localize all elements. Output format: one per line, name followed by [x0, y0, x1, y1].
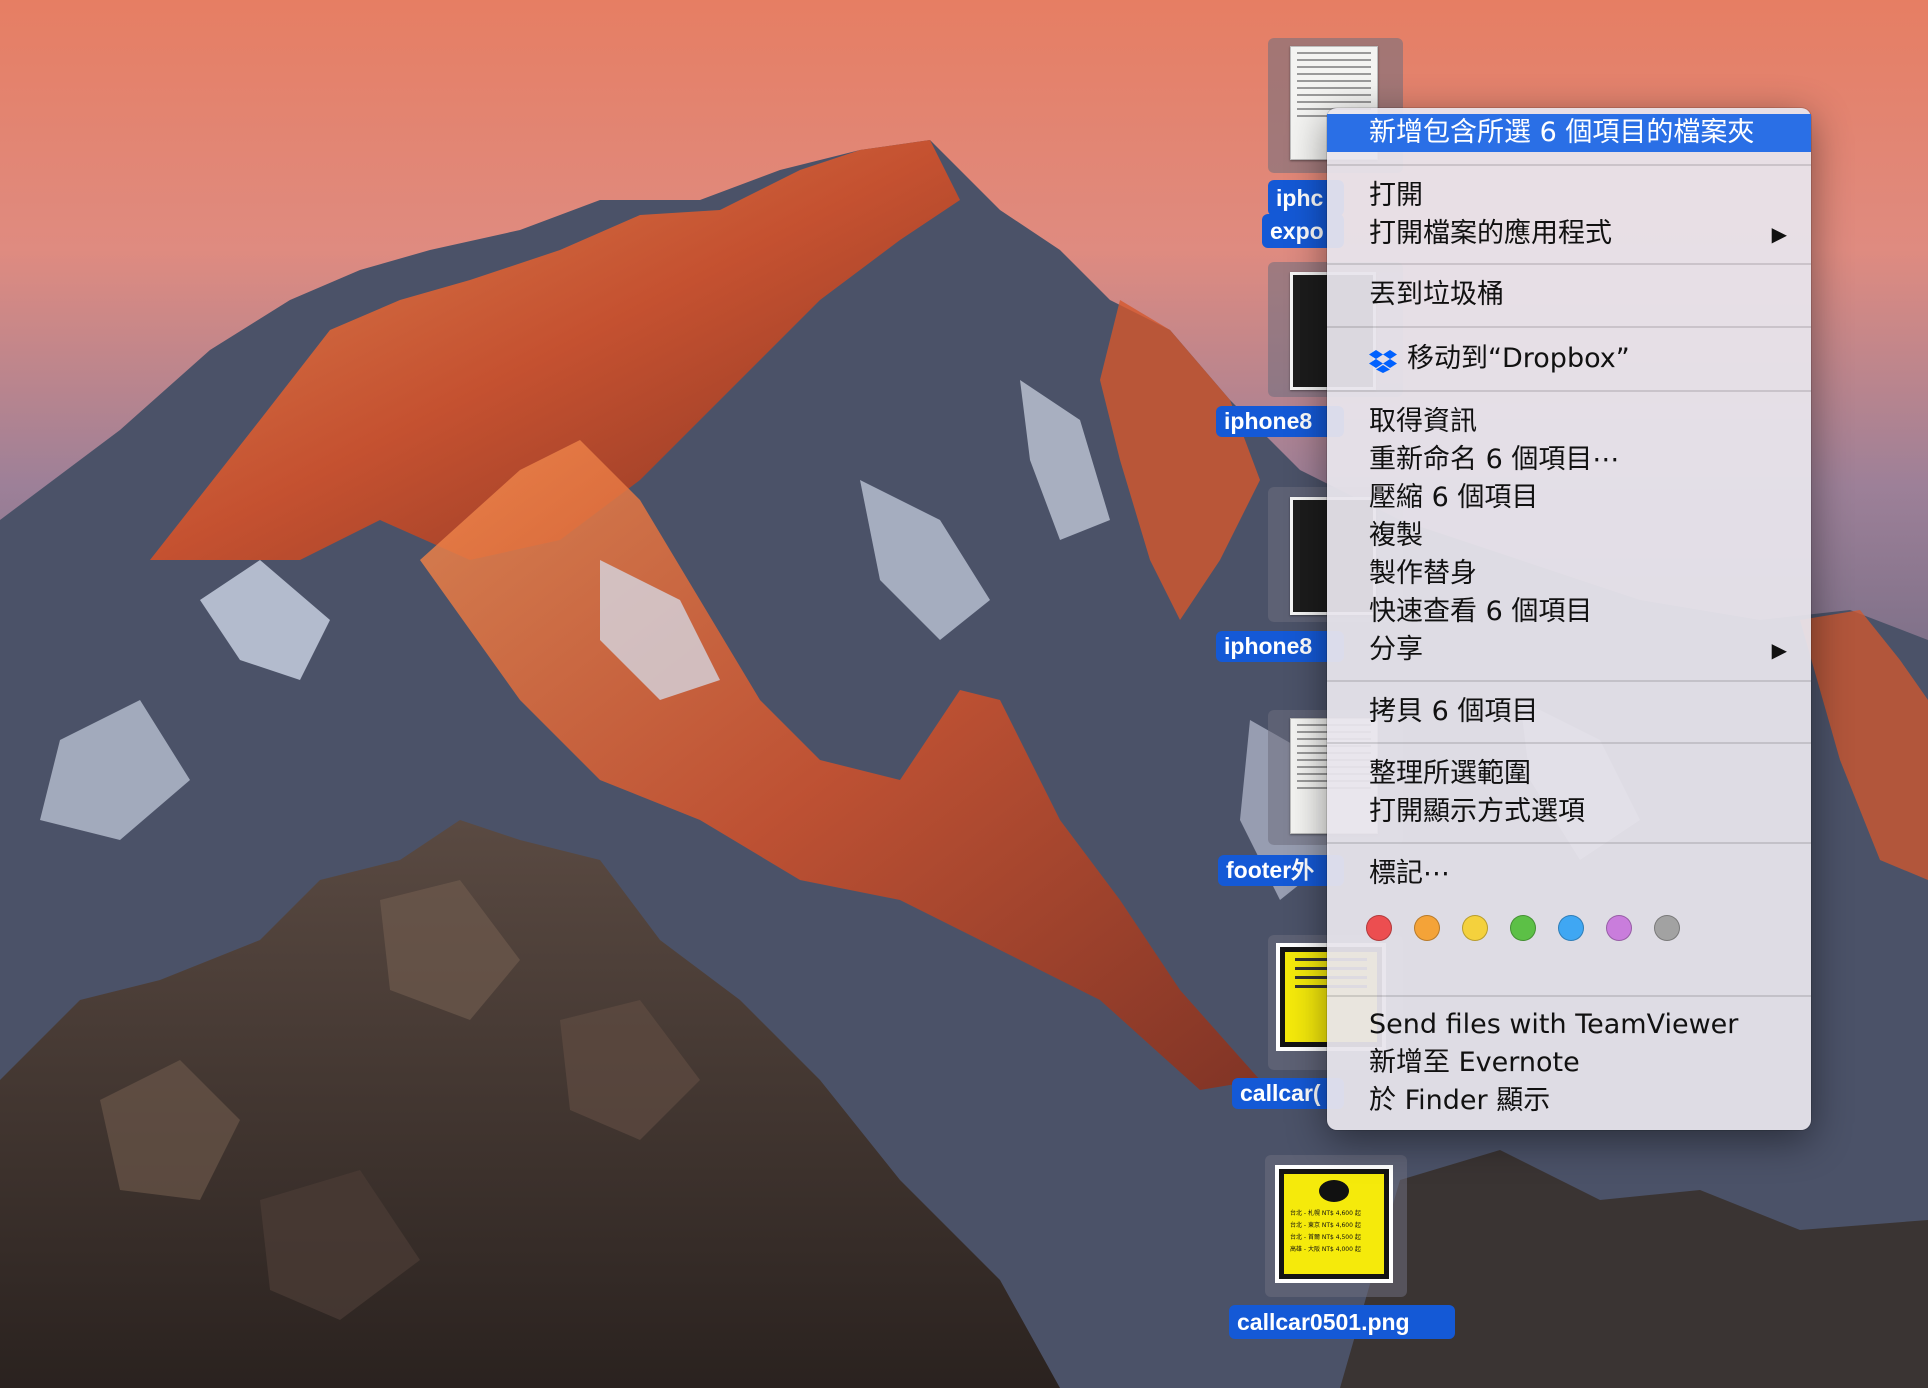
image-thumbnail: 台北 - 札幌 NT$ 4,600 起 台北 - 東京 NT$ 4,600 起 … [1265, 1155, 1407, 1297]
menu-item-label: Send files with TeamViewer [1369, 1009, 1739, 1040]
menu-item-make-alias[interactable]: 製作替身 [1327, 555, 1811, 593]
menu-item-move-to-trash[interactable]: 丟到垃圾桶 [1327, 276, 1811, 314]
menu-separator [1327, 995, 1811, 997]
menu-item-open-with[interactable]: 打開檔案的應用程式 ▶ [1327, 215, 1811, 253]
menu-separator [1327, 263, 1811, 265]
menu-separator [1327, 742, 1811, 744]
menu-item-show-view-options[interactable]: 打開顯示方式選項 [1327, 793, 1811, 831]
menu-item-label: 新增至 Evernote [1369, 1047, 1580, 1078]
menu-separator [1327, 842, 1811, 844]
menu-item-label: 標記⋯ [1369, 858, 1450, 889]
menu-item-label: 整理所選範圍 [1369, 758, 1531, 789]
menu-item-label: 重新命名 6 個項目⋯ [1369, 444, 1620, 475]
menu-item-label: 打開 [1369, 180, 1423, 211]
submenu-arrow-icon: ▶ [1771, 638, 1787, 662]
menu-item-label: 於 Finder 顯示 [1369, 1085, 1551, 1116]
mascot-icon [1319, 1180, 1349, 1202]
menu-item-new-folder-with-selection[interactable]: 新增包含所選 6 個項目的檔案夾 [1327, 114, 1811, 152]
menu-item-copy[interactable]: 拷貝 6 個項目 [1327, 693, 1811, 731]
menu-item-label: 快速查看 6 個項目 [1369, 596, 1593, 627]
menu-item-tags[interactable]: 標記⋯ [1327, 855, 1811, 893]
menu-item-send-with-teamviewer[interactable]: Send files with TeamViewer [1327, 1006, 1811, 1044]
menu-item-open[interactable]: 打開 [1327, 177, 1811, 215]
tag-gray-icon[interactable] [1654, 915, 1680, 941]
menu-item-label: 丟到垃圾桶 [1369, 279, 1504, 310]
menu-item-label: 取得資訊 [1369, 406, 1477, 437]
menu-item-add-to-evernote[interactable]: 新增至 Evernote [1327, 1044, 1811, 1082]
menu-item-rename[interactable]: 重新命名 6 個項目⋯ [1327, 441, 1811, 479]
callcar-poster: 台北 - 札幌 NT$ 4,600 起 台北 - 東京 NT$ 4,600 起 … [1275, 1165, 1393, 1283]
menu-item-label: 壓縮 6 個項目 [1369, 482, 1539, 513]
icon-label: callcar0501.png [1229, 1305, 1455, 1339]
menu-item-get-info[interactable]: 取得資訊 [1327, 403, 1811, 441]
submenu-arrow-icon: ▶ [1771, 222, 1787, 246]
context-menu: 新增包含所選 6 個項目的檔案夾 打開 打開檔案的應用程式 ▶ 丟到垃圾桶 移动… [1327, 108, 1811, 1130]
menu-item-clean-up-selection[interactable]: 整理所選範圍 [1327, 755, 1811, 793]
menu-item-label: 分享 [1369, 634, 1423, 665]
tag-purple-icon[interactable] [1606, 915, 1632, 941]
menu-item-label: 新增包含所選 6 個項目的檔案夾 [1369, 117, 1755, 148]
icon-label: iphone8 [1216, 406, 1344, 437]
menu-item-label: 拷貝 6 個項目 [1369, 696, 1539, 727]
menu-item-duplicate[interactable]: 複製 [1327, 517, 1811, 555]
tag-orange-icon[interactable] [1414, 915, 1440, 941]
poster-line: 台北 - 札幌 NT$ 4,600 起 [1290, 1210, 1361, 1217]
tag-blue-icon[interactable] [1558, 915, 1584, 941]
icon-label: footer外 [1218, 855, 1344, 886]
menu-item-quick-look[interactable]: 快速查看 6 個項目 [1327, 593, 1811, 631]
menu-item-label: 打開顯示方式選項 [1369, 796, 1585, 827]
menu-item-share[interactable]: 分享 ▶ [1327, 631, 1811, 669]
tag-red-icon[interactable] [1366, 915, 1392, 941]
icon-label: iphone8 [1216, 631, 1344, 662]
menu-separator [1327, 164, 1811, 166]
tag-yellow-icon[interactable] [1462, 915, 1488, 941]
poster-line: 台北 - 首爾 NT$ 4,500 起 [1290, 1234, 1361, 1241]
menu-item-reveal-in-finder[interactable]: 於 Finder 顯示 [1327, 1082, 1811, 1120]
poster-line: 台北 - 東京 NT$ 4,600 起 [1290, 1222, 1361, 1229]
menu-separator [1327, 326, 1811, 328]
menu-item-label: 製作替身 [1369, 558, 1477, 589]
menu-item-compress[interactable]: 壓縮 6 個項目 [1327, 479, 1811, 517]
menu-item-label: 打開檔案的應用程式 [1369, 218, 1612, 249]
menu-item-move-to-dropbox[interactable]: 移动到“Dropbox” [1327, 340, 1811, 378]
menu-item-label: 複製 [1369, 520, 1423, 551]
menu-item-label: 移动到“Dropbox” [1407, 343, 1630, 374]
poster-line: 高雄 - 大阪 NT$ 4,000 起 [1290, 1246, 1361, 1253]
dropbox-icon [1369, 350, 1397, 373]
tag-green-icon[interactable] [1510, 915, 1536, 941]
menu-separator [1327, 680, 1811, 682]
menu-separator [1327, 390, 1811, 392]
